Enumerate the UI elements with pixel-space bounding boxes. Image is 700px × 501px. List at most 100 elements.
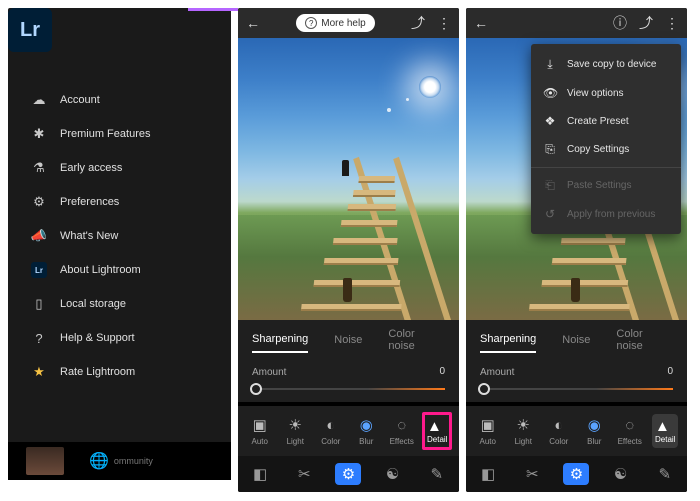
back-icon[interactable]: ←	[246, 15, 260, 31]
sidebar-item-label: Local storage	[60, 298, 126, 310]
effects-icon: ◌	[625, 417, 634, 434]
sidebar-footer: 🌐 ommunity	[8, 442, 231, 480]
sidebar-item-premium[interactable]: ✱ Premium Features	[8, 117, 231, 151]
sidebar-item-rate[interactable]: ★ Rate Lightroom	[8, 355, 231, 389]
nav-crop-icon[interactable]: ✂	[291, 463, 317, 485]
blur-icon: ◉	[360, 416, 373, 434]
ctx-create-preset[interactable]: ❖ Create Preset	[531, 107, 681, 135]
tool-effects[interactable]: ◌Effects	[615, 417, 645, 446]
help-icon: ?	[305, 17, 317, 29]
sidebar-menu: ☁ Account ✱ Premium Features ⚗ Early acc…	[8, 83, 231, 389]
tab-noise[interactable]: Noise	[562, 328, 590, 352]
bottle-object	[343, 278, 352, 302]
more-icon[interactable]: ⋮	[665, 15, 679, 32]
photo-preview[interactable]	[238, 38, 459, 320]
nav-edit-icon[interactable]: ⚙	[563, 463, 589, 485]
wooden-stairs	[312, 168, 459, 320]
tool-auto[interactable]: ▣Auto	[245, 416, 275, 446]
community-label: ommunity	[114, 456, 153, 466]
megaphone-icon: 📣	[28, 228, 50, 244]
amount-value: 0	[439, 366, 445, 377]
more-icon[interactable]: ⋮	[437, 15, 451, 32]
sidebar-item-early-access[interactable]: ⚗ Early access	[8, 151, 231, 185]
tool-detail[interactable]: ▲ Detail	[650, 414, 680, 448]
nav-masking-icon[interactable]: ☯	[608, 463, 634, 485]
tab-color-noise[interactable]: Color noise	[388, 322, 419, 358]
tool-color[interactable]: ◐Color	[544, 417, 574, 446]
tool-detail[interactable]: ▲ Detail	[422, 412, 452, 450]
bottom-nav: ◧ ✂ ⚙ ☯ ✎	[238, 456, 459, 492]
phone-screen-context-menu: ← ⓘ ⤴ ⋮ ⤓ Save copy to device	[466, 8, 687, 492]
slider-thumb[interactable]	[478, 383, 490, 395]
slider-thumb[interactable]	[250, 383, 262, 395]
tool-blur[interactable]: ◉Blur	[351, 416, 381, 446]
amount-slider[interactable]	[480, 388, 673, 390]
sidebar-item-preferences[interactable]: ⚙ Preferences	[8, 185, 231, 219]
download-icon: ⤓	[543, 57, 557, 72]
asterisk-icon: ✱	[28, 126, 50, 142]
amount-label: Amount	[252, 367, 286, 378]
avatar[interactable]	[26, 447, 64, 475]
amount-value: 0	[667, 366, 673, 377]
nav-crop-icon[interactable]: ✂	[519, 463, 545, 485]
tab-sharpening[interactable]: Sharpening	[480, 327, 536, 353]
sidebar-item-help[interactable]: ? Help & Support	[8, 321, 231, 355]
detail-icon: ▲	[427, 418, 442, 435]
preset-icon: ❖	[543, 114, 557, 128]
sun-highlight	[419, 76, 441, 98]
amount-slider[interactable]	[252, 388, 445, 390]
help-icon: ?	[28, 331, 50, 346]
bottle-object	[571, 278, 580, 302]
tool-light[interactable]: ☀Light	[280, 416, 310, 446]
color-icon: ◐	[554, 417, 563, 434]
ctx-view-options[interactable]: 👁 View options	[531, 79, 681, 107]
light-icon: ☀	[517, 416, 530, 434]
ctx-save-copy[interactable]: ⤓ Save copy to device	[531, 50, 681, 79]
tab-color-noise[interactable]: Color noise	[616, 322, 647, 358]
tool-effects[interactable]: ◌Effects	[387, 417, 417, 446]
paste-icon: ⎗	[543, 178, 557, 193]
tool-auto[interactable]: ▣Auto	[473, 416, 503, 446]
detail-tabs: Sharpening Noise Color noise	[466, 320, 687, 360]
nav-presets-icon[interactable]: ◧	[247, 463, 273, 485]
editor-topbar: ← ? More help ⤴ ⋮	[238, 8, 459, 38]
detail-icon: ▲	[655, 418, 670, 435]
light-icon: ☀	[289, 416, 302, 434]
sidebar-item-about[interactable]: Lr About Lightroom	[8, 253, 231, 287]
nav-masking-icon[interactable]: ☯	[380, 463, 406, 485]
back-icon[interactable]: ←	[474, 15, 488, 31]
device-icon: ▯	[28, 296, 50, 312]
nav-heal-icon[interactable]: ✎	[652, 463, 678, 485]
nav-heal-icon[interactable]: ✎	[424, 463, 450, 485]
share-icon[interactable]: ⤴	[411, 13, 425, 33]
tool-color[interactable]: ◐Color	[316, 417, 346, 446]
phone-screen-detail: ← ? More help ⤴ ⋮ Sharpen	[238, 8, 459, 492]
more-help-pill[interactable]: ? More help	[296, 14, 374, 32]
tab-sharpening[interactable]: Sharpening	[252, 327, 308, 353]
star-icon: ★	[28, 364, 50, 380]
tool-blur[interactable]: ◉Blur	[579, 416, 609, 446]
globe-icon[interactable]: 🌐	[89, 451, 109, 471]
tool-light[interactable]: ☀Light	[508, 416, 538, 446]
nav-edit-icon[interactable]: ⚙	[335, 463, 361, 485]
more-help-label: More help	[321, 18, 365, 29]
ctx-copy-settings[interactable]: ⎘ Copy Settings	[531, 135, 681, 164]
sidebar-item-whats-new[interactable]: 📣 What's New	[8, 219, 231, 253]
sidebar-item-label: Preferences	[60, 196, 119, 208]
sidebar-item-label: Early access	[60, 162, 122, 174]
nav-presets-icon[interactable]: ◧	[475, 463, 501, 485]
share-icon[interactable]: ⤴	[639, 13, 653, 33]
color-icon: ◐	[326, 417, 335, 434]
flask-icon: ⚗	[28, 160, 50, 176]
bottom-nav: ◧ ✂ ⚙ ☯ ✎	[466, 456, 687, 492]
lightroom-logo: Lr	[8, 8, 52, 52]
edit-tool-row: ▣Auto ☀Light ◐Color ◉Blur ◌Effects ▲ Det…	[466, 406, 687, 456]
gear-icon: ⚙	[28, 194, 50, 210]
detail-tabs: Sharpening Noise Color noise	[238, 320, 459, 360]
sidebar-item-account[interactable]: ☁ Account	[8, 83, 231, 117]
apply-icon: ↺	[543, 207, 557, 221]
tab-noise[interactable]: Noise	[334, 328, 362, 352]
sidebar-item-local-storage[interactable]: ▯ Local storage	[8, 287, 231, 321]
help-circle-icon[interactable]: ⓘ	[613, 13, 627, 33]
effects-icon: ◌	[397, 417, 406, 434]
